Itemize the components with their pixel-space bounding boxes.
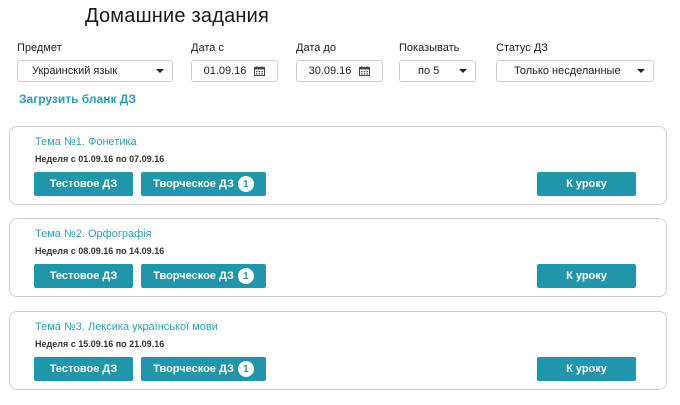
status-value: Только несделанные (514, 65, 621, 77)
date-to-filter: Дата до 30.09.16 (296, 41, 383, 82)
topic-card: Тема №2. Орфографія Неделя с 08.09.16 по… (9, 218, 667, 297)
date-from-filter: Дата с 01.09.16 (191, 41, 278, 82)
count-badge: 1 (237, 176, 254, 192)
status-select[interactable]: Только несделанные (496, 60, 654, 82)
status-label: Статус ДЗ (496, 42, 548, 54)
to-lesson-button[interactable]: К уроку (537, 357, 636, 381)
count-badge: 1 (237, 361, 254, 377)
date-from-input[interactable]: 01.09.16 (191, 60, 278, 82)
topic-title[interactable]: Тема №2. Орфографія (35, 228, 152, 240)
topic-title[interactable]: Тема №1. Фонетика (35, 136, 137, 148)
subject-filter: Предмет Украинский язык (17, 41, 173, 82)
date-from-label: Дата с (191, 42, 224, 54)
to-lesson-label: К уроку (566, 270, 607, 282)
topic-title[interactable]: Тема №3. Лексика української мови (35, 321, 218, 333)
show-filter: Показывать по 5 (399, 41, 476, 82)
upload-form-link[interactable]: Загрузить бланк ДЗ (19, 92, 136, 106)
chevron-down-icon (459, 69, 467, 73)
count-badge: 1 (237, 268, 254, 284)
creative-hw-label: Творческое ДЗ (153, 363, 234, 375)
creative-hw-label: Творческое ДЗ (153, 270, 234, 282)
test-hw-label: Тестовое ДЗ (49, 363, 118, 375)
topic-card: Тема №1. Фонетика Неделя с 01.09.16 по 0… (9, 126, 667, 205)
date-to-value: 30.09.16 (308, 65, 352, 77)
calendar-icon[interactable] (254, 66, 266, 76)
creative-hw-button[interactable]: Творческое ДЗ 1 (141, 172, 266, 196)
test-hw-label: Тестовое ДЗ (49, 270, 118, 282)
to-lesson-button[interactable]: К уроку (537, 264, 636, 288)
chevron-down-icon (156, 69, 164, 73)
chevron-down-icon (637, 69, 645, 73)
status-filter: Статус ДЗ Только несделанные (496, 41, 654, 82)
show-label: Показывать (399, 42, 460, 54)
test-hw-button[interactable]: Тестовое ДЗ (34, 172, 133, 196)
date-to-input[interactable]: 30.09.16 (296, 60, 383, 82)
show-select[interactable]: по 5 (399, 60, 476, 82)
to-lesson-label: К уроку (566, 363, 607, 375)
topic-week: Неделя с 15.09.16 по 21.09.16 (35, 339, 165, 349)
to-lesson-label: К уроку (566, 178, 607, 190)
test-hw-button[interactable]: Тестовое ДЗ (34, 357, 133, 381)
creative-hw-button[interactable]: Творческое ДЗ 1 (141, 264, 266, 288)
page-title: Домашние задания (85, 5, 270, 27)
topic-week: Неделя с 01.09.16 по 07.09.16 (35, 154, 165, 164)
calendar-icon[interactable] (359, 66, 371, 76)
topic-card: Тема №3. Лексика української мови Неделя… (9, 311, 667, 390)
test-hw-button[interactable]: Тестовое ДЗ (34, 264, 133, 288)
creative-hw-label: Творческое ДЗ (153, 178, 234, 190)
topic-week: Неделя с 08.09.16 по 14.09.16 (35, 246, 165, 256)
subject-select[interactable]: Украинский язык (17, 60, 173, 82)
to-lesson-button[interactable]: К уроку (537, 172, 636, 196)
subject-value: Украинский язык (32, 65, 118, 77)
test-hw-label: Тестовое ДЗ (49, 178, 118, 190)
date-to-label: Дата до (296, 42, 336, 54)
date-from-value: 01.09.16 (203, 65, 247, 77)
creative-hw-button[interactable]: Творческое ДЗ 1 (141, 357, 266, 381)
subject-label: Предмет (17, 42, 62, 54)
show-value: по 5 (418, 65, 440, 77)
